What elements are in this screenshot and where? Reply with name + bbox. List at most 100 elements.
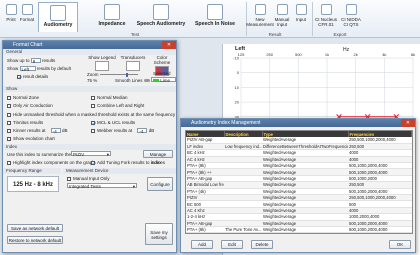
manage-indices-button[interactable]: Manage indices (143, 150, 173, 165)
tab-speech-audiometry[interactable]: Speech Audiometry (136, 4, 186, 28)
add-tuning-checkbox[interactable] (91, 160, 95, 165)
edit-index-button[interactable]: Edit (221, 240, 243, 249)
delete-index-button[interactable]: Delete (251, 240, 273, 249)
speech-icon (153, 4, 169, 20)
format-chart-dialog: Format Chart ✕ General Show up to 8 resu… (2, 40, 177, 253)
normal-zone-row[interactable]: Normal Zone (7, 95, 39, 100)
frequency-tick-label: 8k (411, 52, 415, 57)
mcl-ucl-checkbox[interactable] (91, 120, 95, 125)
highlight-row[interactable]: Highlight index components on the graph (7, 160, 95, 165)
result-details-checkbox[interactable] (17, 74, 21, 79)
smooth-lines-row[interactable]: Smooth Lines (115, 78, 150, 83)
new-document-icon (254, 4, 266, 15)
ok-button[interactable]: OK (389, 240, 411, 249)
zoom-value: 75 % (87, 78, 98, 83)
highlight-checkbox[interactable] (7, 160, 11, 165)
chevron-down-icon: ▾ (132, 184, 135, 189)
manual-input-only-checkbox[interactable] (67, 176, 71, 181)
frequency-range-value[interactable]: 125 Hz - 8 kHz (7, 176, 59, 192)
group-export-label: Export (333, 32, 347, 37)
show-evolution-checkbox[interactable] (7, 136, 11, 141)
frequency-tick-label: 2k (354, 52, 358, 57)
smooth-lines-label: Smooth Lines (115, 78, 143, 83)
webber-input[interactable]: -4 (137, 128, 148, 134)
result-details-label: result details (23, 74, 49, 79)
index-table[interactable]: Name Description Type Frequencies PIZIV … (185, 130, 413, 234)
index-select-value: PIZIV (73, 152, 85, 157)
new-measurement-button[interactable]: New Measurement (246, 4, 274, 27)
edit-icon (276, 4, 288, 15)
table-cell: WeightedAverage (262, 226, 348, 233)
close-icon[interactable]: ✕ (401, 119, 415, 127)
normal-median-label: Normal Median (97, 95, 128, 100)
transducers-option[interactable]: Transducers (119, 55, 147, 72)
format-button[interactable]: Format (19, 4, 35, 22)
print-button[interactable]: Print (4, 4, 18, 22)
combine-lr-row[interactable]: Combine Left and Right (91, 103, 144, 108)
tinnitus-row[interactable]: Tinnitus results (7, 120, 43, 125)
only-air-label: Only Air Conduction (13, 103, 53, 108)
result-details-row[interactable]: result details (17, 74, 48, 79)
tab-speech-in-noise[interactable]: Speech In Noise (192, 4, 238, 28)
zoom-slider[interactable] (99, 72, 138, 77)
add-tuning-row[interactable]: Add Tuning Fork results to index (91, 160, 162, 165)
line-color-select[interactable]: Lime (151, 77, 176, 83)
show-up-to-row: Show up to 8 results (7, 58, 55, 64)
table-cell: PTA+ (8k) (186, 226, 224, 233)
format-icon (21, 4, 33, 15)
tab-impedance[interactable]: Impedance (92, 4, 132, 28)
manual-input-button[interactable]: Manual Input (272, 4, 292, 27)
device-select[interactable]: Integrated Tests ▾ (67, 183, 137, 189)
manual-input-only-row[interactable]: Manual Input Only (67, 176, 110, 181)
kinner-row[interactable]: Kinner results at -4 dB (7, 128, 68, 134)
kinner-checkbox[interactable] (7, 128, 11, 133)
line-color-label: Lime (160, 78, 171, 83)
section-measurement-device: Measurement Device (63, 168, 176, 174)
table-row[interactable]: PTA+ (8k) The Pure Tone Av... WeightedAver… (186, 226, 412, 233)
color-scheme-label: Color Scheme (153, 55, 171, 65)
combine-lr-checkbox[interactable] (91, 103, 95, 108)
tab-audiometry[interactable]: Audiometry (38, 2, 78, 32)
save-network-default-button[interactable]: Save as network default (7, 224, 63, 232)
show-select[interactable]: Left (19, 66, 36, 72)
restore-network-default-button[interactable]: Restore to network default (7, 236, 63, 244)
mcl-ucl-row[interactable]: MCL & UCL results (91, 120, 135, 125)
combine-lr-label: Combine Left and Right (97, 103, 145, 108)
group-result-label: Result (268, 32, 282, 37)
chevron-down-icon: ▾ (106, 152, 109, 157)
webber-label: Webber results at (97, 128, 133, 133)
smooth-lines-toggle[interactable] (143, 79, 150, 83)
show-evolution-row[interactable]: Show evolution chart (7, 136, 55, 141)
show-legend-option[interactable]: Show Legend (87, 55, 117, 72)
add-tuning-label: Add Tuning Fork results to index (97, 160, 162, 165)
input-button[interactable]: Input (294, 4, 308, 22)
show-up-to-input[interactable]: 8 (30, 58, 41, 64)
webber-row[interactable]: Webber results at -4 dB (91, 128, 154, 134)
kinner-label: Kinner results at (13, 128, 46, 133)
normal-zone-checkbox[interactable] (7, 95, 11, 100)
kinner-unit: dB (62, 128, 68, 133)
normal-zone-label: Normal Zone (13, 95, 40, 100)
zoom-slider-thumb[interactable] (125, 72, 128, 77)
ci-nidda-button[interactable]: CI NIDDA CI QTS (340, 4, 362, 27)
index-select[interactable]: PIZIV ▾ (71, 151, 111, 157)
frequency-tick-label: 1k (325, 52, 329, 57)
frequency-tick-label: 250 (266, 52, 273, 57)
hide-unmasked-row[interactable]: Hide unmasked threshold when a masked th… (7, 112, 175, 117)
only-air-row[interactable]: Only Air Conduction (7, 103, 53, 108)
add-index-button[interactable]: Add (191, 240, 213, 249)
configure-button[interactable]: Configure (147, 177, 173, 191)
db-tick-label: 10 (235, 85, 240, 90)
impedance-icon (104, 4, 120, 20)
normal-median-row[interactable]: Normal Median (91, 95, 128, 100)
hide-unmasked-checkbox[interactable] (7, 112, 11, 117)
tinnitus-checkbox[interactable] (7, 120, 11, 125)
ci-nucleus-button[interactable]: CI Nucleus CFR.01 (315, 4, 337, 27)
webber-checkbox[interactable] (91, 128, 95, 133)
close-icon[interactable]: ✕ (162, 41, 176, 49)
normal-median-checkbox[interactable] (91, 95, 95, 100)
show-legend-label: Show Legend (88, 55, 116, 60)
only-air-checkbox[interactable] (7, 103, 11, 108)
save-my-settings-button[interactable]: Save my settings (145, 223, 173, 245)
kinner-input[interactable]: -4 (50, 128, 61, 134)
